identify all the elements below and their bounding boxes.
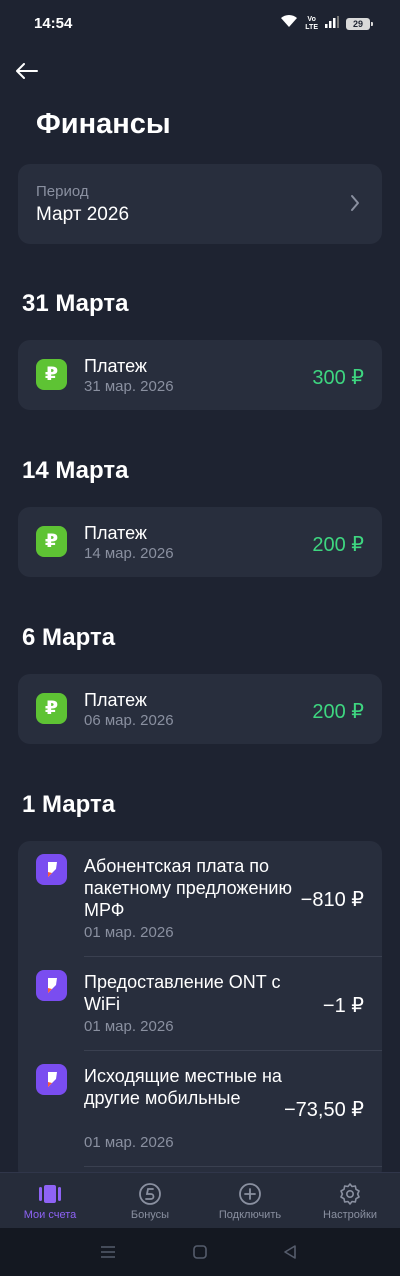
transaction-amount: 200 ₽ [312,534,364,556]
period-label: Период [36,183,89,200]
transaction-row[interactable]: ₽ Платеж 31 мар. 2026 300 ₽ [18,340,382,410]
transaction-amount: −810 ₽ [300,889,364,911]
transaction-title: Предоставление ONT с WiFi [84,972,281,1014]
transaction-date: 01 мар. 2026 [84,924,174,941]
transaction-row[interactable]: Исходящие местные на другие мобильные 01… [18,1051,382,1166]
date-heading: 1 Марта [22,791,116,818]
date-heading: 14 Марта [22,457,129,484]
back-triangle-icon[interactable] [280,1242,300,1262]
volte-icon: Vo LTE [305,15,318,31]
back-button[interactable] [14,58,40,84]
transaction-date: 01 мар. 2026 [84,1018,174,1035]
transaction-amount: 300 ₽ [312,367,364,389]
transaction-amount: 200 ₽ [312,701,364,723]
transaction-card: ₽ Платеж 06 мар. 2026 200 ₽ [18,674,382,744]
status-icons: Vo LTE 29 [280,14,373,33]
nav-item-accounts[interactable]: Мои счета [0,1173,100,1229]
transaction-row[interactable]: ₽ Платеж 06 мар. 2026 200 ₽ [18,674,382,744]
chevron-right-icon [350,194,360,217]
ruble-icon: ₽ [36,693,67,724]
transaction-card: ₽ Платеж 31 мар. 2026 300 ₽ [18,340,382,410]
transaction-row[interactable]: Абонентская плата по пакетному предложен… [18,841,382,956]
transaction-date: 01 мар. 2026 [84,1134,174,1151]
transaction-row[interactable]: Предоставление ONT с WiFi 01 мар. 2026 −… [18,957,382,1050]
bonus-icon [137,1181,163,1207]
nav-label: Мои счета [23,1209,77,1221]
rostelecom-icon [36,1064,67,1095]
transaction-row[interactable]: ₽ Платеж 14 мар. 2026 200 ₽ [18,507,382,577]
nav-label: Подключить [218,1209,282,1221]
wifi-icon [280,14,298,33]
transaction-title: Исходящие местные на другие мобильные [84,1066,282,1108]
transaction-date: 14 мар. 2026 [84,545,174,562]
plus-circle-icon [237,1181,263,1207]
transaction-title: Абонентская плата по пакетному предложен… [84,856,292,920]
page-title: Финансы [36,108,171,140]
transaction-date: 31 мар. 2026 [84,378,174,395]
nav-label: Настройки [323,1209,377,1221]
transaction-amount: −1 ₽ [322,995,364,1017]
nav-item-bonuses[interactable]: Бонусы [100,1173,200,1229]
transaction-card: Абонентская плата по пакетному предложен… [18,841,382,1181]
rostelecom-icon [36,970,67,1001]
signal-icon [325,15,339,33]
nav-item-settings[interactable]: Настройки [300,1173,400,1229]
ruble-icon: ₽ [36,526,67,557]
home-icon[interactable] [190,1242,210,1262]
transaction-date: 06 мар. 2026 [84,712,174,729]
period-value: Март 2026 [36,204,130,225]
divider [84,1166,382,1167]
transaction-title: Платеж [84,523,147,543]
transaction-amount: −73,50 ₽ [283,1099,364,1121]
transaction-title: Платеж [84,690,147,710]
ruble-icon: ₽ [36,359,67,390]
back-arrow-icon [16,63,38,79]
bottom-nav: Мои счета Бонусы Подключить Настройки [0,1172,400,1228]
date-heading: 6 Марта [22,624,116,651]
date-heading: 31 Марта [22,290,129,317]
menu-icon[interactable] [98,1242,118,1262]
rostelecom-icon [36,854,67,885]
gear-icon [337,1181,363,1207]
transaction-card: ₽ Платеж 14 мар. 2026 200 ₽ [18,507,382,577]
system-nav-bar [0,1228,400,1276]
status-bar: 14:54 Vo LTE 29 [0,0,400,48]
status-time: 14:54 [34,15,73,32]
accounts-icon [37,1181,63,1207]
period-selector[interactable]: Период Март 2026 [18,164,382,244]
transaction-title: Платеж [84,356,147,376]
nav-item-connect[interactable]: Подключить [200,1173,300,1229]
battery-icon: 29 [346,17,373,30]
nav-label: Бонусы [130,1209,170,1221]
